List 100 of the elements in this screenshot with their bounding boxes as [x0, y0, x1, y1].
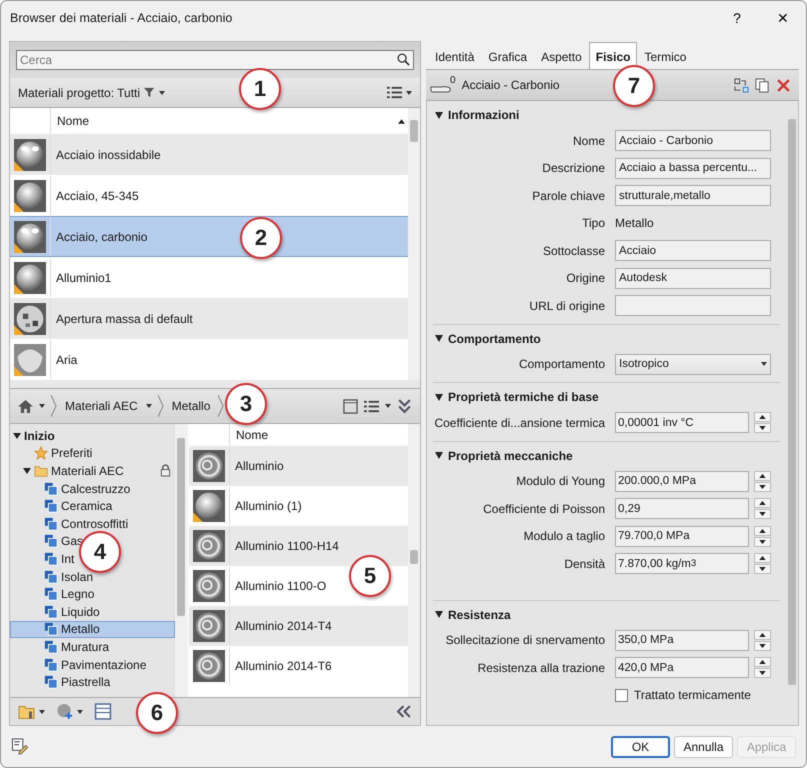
material-row[interactable]: Alluminio 2014-T4: [189, 606, 408, 646]
close-button[interactable]: ✕: [760, 2, 806, 34]
spin-up-button[interactable]: [754, 526, 771, 536]
collapse-arrow-icon[interactable]: [23, 466, 31, 475]
caret-icon[interactable]: [39, 710, 45, 714]
spin-down-button[interactable]: [754, 509, 771, 520]
number-field[interactable]: 79.700,0 MPa: [615, 526, 749, 547]
text-field[interactable]: Acciaio - Carbonio: [615, 130, 771, 152]
tree-item[interactable]: Isolan: [10, 568, 94, 586]
spin-up-button[interactable]: [754, 657, 771, 668]
tree-item[interactable]: Muratura: [10, 638, 110, 656]
tab[interactable]: Identità: [428, 44, 482, 69]
spin-up-button[interactable]: [754, 630, 771, 640]
number-field[interactable]: 0,00001 inv °C: [615, 412, 749, 434]
down-arrow-icon: [759, 671, 766, 676]
chevron-separator-icon: [158, 395, 164, 417]
material-thumbnail-icon: [193, 450, 225, 482]
text-field[interactable]: [615, 295, 771, 316]
section-header[interactable]: Resistenza: [433, 602, 780, 626]
caret-icon: [761, 362, 767, 366]
double-chevron-left-icon[interactable]: [397, 704, 412, 719]
down-arrow-icon: [759, 426, 766, 430]
section-header[interactable]: Proprietà termiche di base: [433, 385, 780, 409]
edit-icon[interactable]: [11, 738, 29, 755]
tab[interactable]: Aspetto: [534, 44, 589, 69]
tree-item[interactable]: Int: [10, 550, 76, 568]
section-header[interactable]: Proprietà meccaniche: [433, 444, 780, 468]
breadcrumb-item[interactable]: Metallo: [170, 397, 212, 415]
tab[interactable]: Fisico: [588, 42, 638, 69]
text-field[interactable]: Acciaio a bassa percentu...: [615, 158, 771, 179]
tree-item[interactable]: Metallo: [10, 620, 175, 638]
filter-dropdown[interactable]: Materiali progetto: Tutti: [16, 84, 168, 102]
panel-view-icon[interactable]: [343, 398, 358, 414]
collapse-arrow-icon[interactable]: [13, 432, 21, 440]
spin-down-button[interactable]: [754, 668, 771, 678]
tree-item[interactable]: Legno: [10, 585, 96, 603]
spin-down-button[interactable]: [754, 536, 771, 547]
dialog-button[interactable]: OK: [611, 736, 670, 758]
copy-icon[interactable]: [755, 78, 770, 92]
tree-item[interactable]: Preferiti: [10, 444, 94, 462]
spin-down-button[interactable]: [754, 423, 771, 434]
up-arrow-icon: [759, 528, 766, 533]
tree-item[interactable]: Materiali AEC: [10, 462, 125, 480]
text-field[interactable]: Autodesk: [615, 268, 771, 289]
tree-item[interactable]: Liquido: [10, 602, 101, 621]
column-header[interactable]: Nome: [51, 114, 398, 128]
checkbox[interactable]: [615, 688, 628, 702]
tree-item[interactable]: Piastrella: [10, 673, 112, 691]
spin-up-button[interactable]: [754, 498, 771, 508]
caret-icon[interactable]: [146, 404, 152, 408]
spin-down-button[interactable]: [754, 640, 771, 651]
spin-up-button[interactable]: [754, 470, 771, 481]
number-field[interactable]: 350,0 MPa: [615, 630, 749, 651]
replace-icon[interactable]: [734, 78, 749, 92]
number-field[interactable]: 200.000,0 MPa: [615, 470, 749, 492]
search-icon[interactable]: [397, 53, 410, 66]
help-button[interactable]: ?: [714, 2, 760, 34]
dialog-button[interactable]: Annulla: [674, 736, 733, 758]
tree-item[interactable]: Inizio: [10, 427, 56, 445]
double-chevron-down-icon[interactable]: [397, 398, 412, 414]
material-row[interactable]: Acciaio inossidabile: [10, 134, 408, 175]
category-icon: [44, 622, 58, 636]
tree-item[interactable]: Pavimentazione: [10, 656, 148, 674]
category-icon: [44, 604, 58, 619]
caret-icon[interactable]: [39, 404, 45, 408]
add-sphere-icon[interactable]: [56, 703, 74, 720]
delete-icon[interactable]: [776, 78, 791, 92]
tree-item[interactable]: Controsoffitti: [10, 514, 130, 533]
field-label: Parole chiave: [531, 188, 605, 203]
search-field[interactable]: Cerca: [16, 50, 414, 70]
caret-icon[interactable]: [385, 404, 391, 408]
folder-icon[interactable]: [18, 703, 36, 720]
tree-item[interactable]: Ceramica: [10, 497, 114, 515]
spin-down-button[interactable]: [754, 564, 771, 574]
number-field[interactable]: 0,29: [615, 498, 749, 520]
field-label: Origine: [565, 271, 605, 286]
list-view-icon[interactable]: [364, 398, 379, 414]
panel-icon[interactable]: [94, 703, 112, 720]
number-field[interactable]: 420,0 MPa: [615, 657, 749, 678]
dropdown[interactable]: Isotropico: [615, 354, 771, 375]
vertical-scrollbar[interactable]: [408, 108, 420, 380]
material-row[interactable]: Alluminio 1100-H14: [189, 526, 408, 566]
home-icon[interactable]: [18, 400, 33, 412]
column-header[interactable]: Nome: [230, 428, 408, 442]
section-header[interactable]: Comportamento: [433, 326, 780, 350]
breadcrumb-item[interactable]: Materiali AEC: [63, 397, 140, 415]
chevron-separator-icon: [51, 395, 57, 417]
spin-down-button[interactable]: [754, 482, 771, 492]
material-row[interactable]: Alluminio: [189, 446, 408, 486]
tree-item[interactable]: Calcestruzzo: [10, 480, 132, 498]
vertical-scrollbar[interactable]: [175, 424, 187, 697]
text-field[interactable]: strutturale,metallo: [615, 185, 771, 206]
vertical-scrollbar[interactable]: [408, 424, 420, 697]
caret-icon[interactable]: [77, 710, 83, 714]
spin-up-button[interactable]: [754, 412, 771, 422]
spin-up-button[interactable]: [754, 553, 771, 564]
category-icon: [44, 587, 58, 602]
material-row[interactable]: Apertura massa di default: [10, 298, 408, 339]
tab[interactable]: Grafica: [481, 44, 534, 69]
text-field[interactable]: Acciaio: [615, 240, 771, 262]
